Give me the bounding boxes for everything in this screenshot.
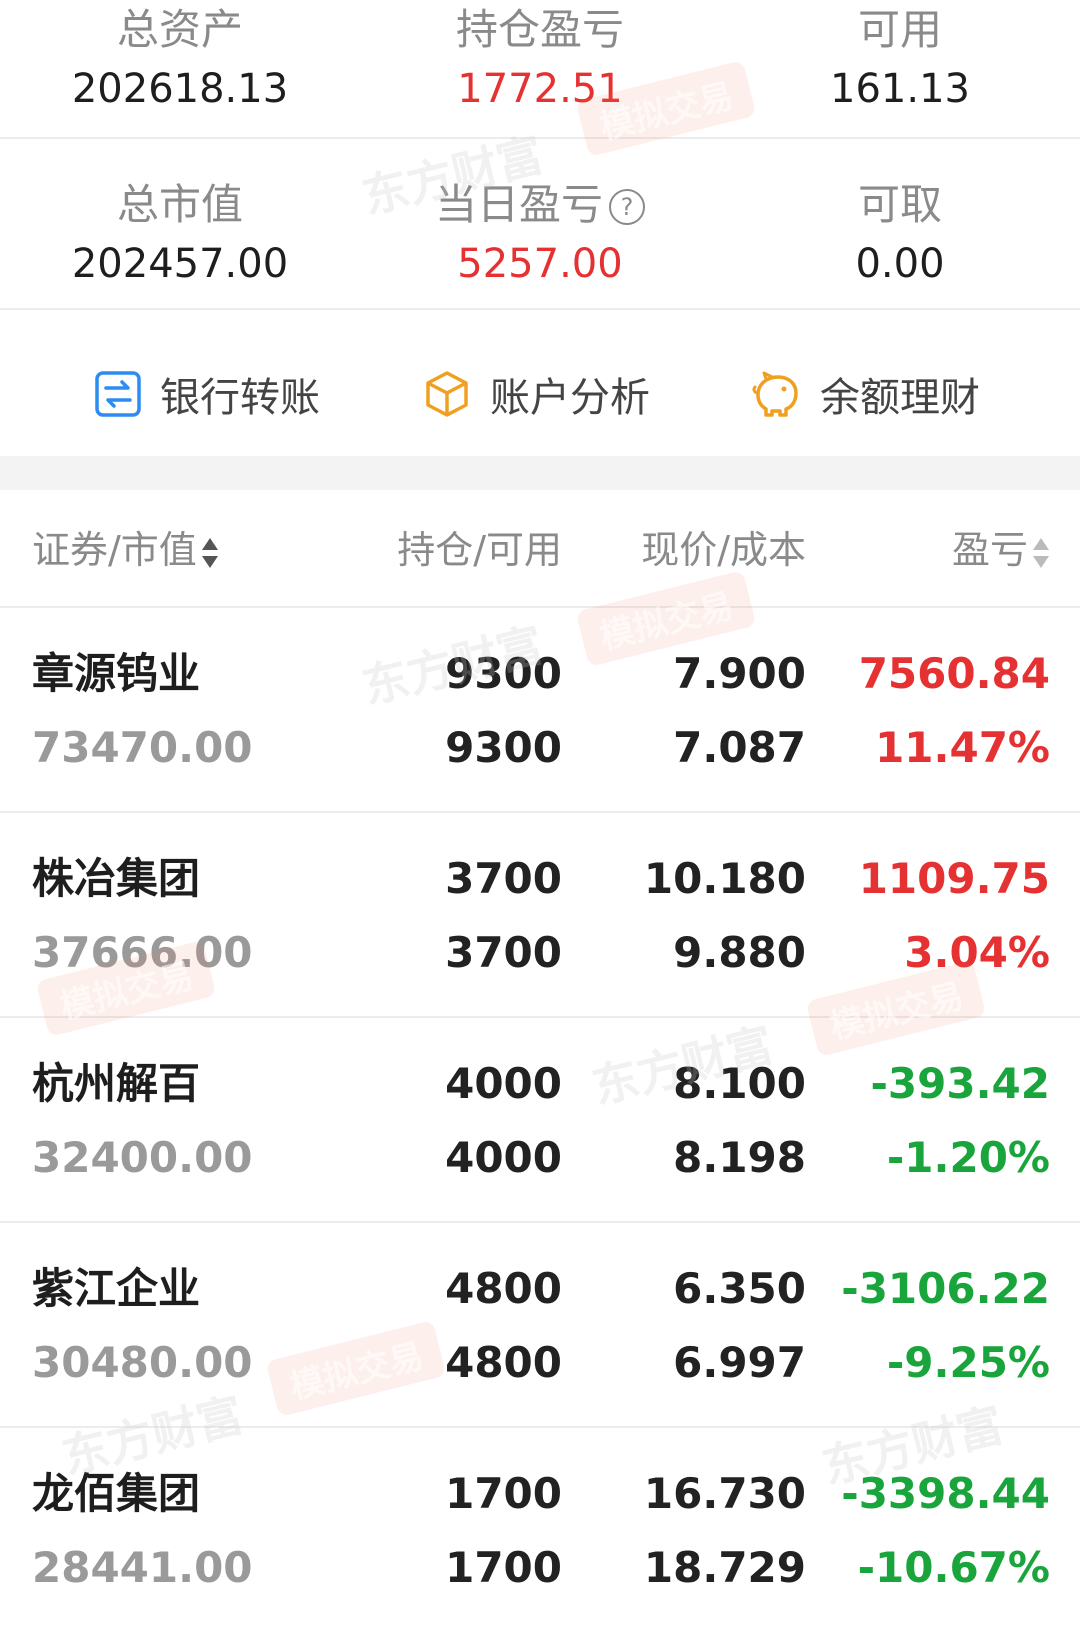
total-assets-label: 总资产 <box>116 5 243 54</box>
stock-pl: -3106.22 <box>841 1264 1050 1313</box>
available-label: 可用 <box>857 5 942 54</box>
stock-position: 3700 <box>445 854 562 903</box>
market-value: 总市值 202457.00 <box>0 179 360 289</box>
position-pl-value: 1772.51 <box>457 66 623 112</box>
table-row[interactable]: 紫江企业 30480.00 4800 4800 6.350 6.997 -310… <box>0 1221 1080 1427</box>
stock-available: 4800 <box>445 1338 562 1387</box>
divider <box>0 308 1080 310</box>
account-analysis-label: 账户分析 <box>490 375 650 421</box>
stock-available: 9300 <box>445 723 562 772</box>
withdrawable-label: 可取 <box>857 180 942 229</box>
stock-pl-pct: -1.20% <box>886 1133 1050 1182</box>
sort-icon <box>1033 537 1049 568</box>
stock-price: 10.180 <box>643 854 806 903</box>
stock-cost: 7.087 <box>673 723 806 772</box>
stock-cost: 18.729 <box>643 1543 806 1592</box>
help-icon[interactable]: ? <box>609 189 645 225</box>
position-pl: 持仓盈亏 1772.51 <box>360 4 720 114</box>
stock-price: 8.100 <box>673 1059 806 1108</box>
stock-market-value: 28441.00 <box>32 1543 253 1592</box>
stock-pl-pct: 3.04% <box>904 928 1050 977</box>
stock-name: 章源钨业 <box>32 649 201 698</box>
stock-price: 16.730 <box>643 1469 806 1518</box>
available-cash: 可用 161.13 <box>720 4 1080 114</box>
stock-cost: 6.997 <box>673 1338 806 1387</box>
daily-pl-value: 5257.00 <box>457 241 623 287</box>
position-pl-label: 持仓盈亏 <box>455 5 624 54</box>
stock-cost: 8.198 <box>673 1133 806 1182</box>
stock-position: 4000 <box>445 1059 562 1108</box>
stock-name: 紫江企业 <box>32 1264 201 1313</box>
transfer-icon <box>95 371 141 417</box>
stock-pl: 1109.75 <box>858 854 1050 903</box>
bank-transfer-button[interactable]: 银行转账 <box>94 362 320 426</box>
stock-position: 9300 <box>445 649 562 698</box>
withdrawable-value: 0.00 <box>855 241 945 287</box>
balance-finance-button[interactable]: 余额理财 <box>750 362 980 426</box>
stock-position: 1700 <box>445 1469 562 1518</box>
table-row[interactable]: 株冶集团 37666.00 3700 3700 10.180 9.880 110… <box>0 811 1080 1017</box>
account-analysis-button[interactable]: 账户分析 <box>422 362 650 426</box>
summary-row-2: 总市值 202457.00 当日盈亏? 5257.00 可取 0.00 <box>0 145 1080 323</box>
stock-pl-pct: -10.67% <box>857 1543 1050 1592</box>
stock-position: 4800 <box>445 1264 562 1313</box>
stock-market-value: 30480.00 <box>32 1338 253 1387</box>
stock-available: 4000 <box>445 1133 562 1182</box>
position-header: 持仓/可用 <box>397 528 562 572</box>
table-row[interactable]: 章源钨业 73470.00 9300 9300 7.900 7.087 7560… <box>0 606 1080 812</box>
section-gap <box>0 456 1080 490</box>
cube-icon <box>426 371 468 417</box>
sort-security-header[interactable]: 证券/市值 <box>32 526 219 574</box>
pl-header-label: 盈亏 <box>951 528 1028 572</box>
stock-pl-pct: -9.25% <box>886 1338 1050 1387</box>
total-assets-value: 202618.13 <box>71 66 289 112</box>
holdings-table-header: 证券/市值 持仓/可用 现价/成本 盈亏 <box>0 490 1080 608</box>
stock-pl: -3398.44 <box>841 1469 1050 1518</box>
stock-name: 杭州解百 <box>32 1059 201 1108</box>
balance-finance-label: 余额理财 <box>820 375 980 421</box>
market-value-label: 总市值 <box>116 180 243 229</box>
stock-name: 株冶集团 <box>32 854 201 903</box>
stock-pl: 7560.84 <box>858 649 1050 698</box>
stock-price: 7.900 <box>673 649 806 698</box>
stock-market-value: 37666.00 <box>32 928 253 977</box>
withdrawable: 可取 0.00 <box>720 179 1080 289</box>
stock-price: 6.350 <box>673 1264 806 1313</box>
sort-pl-header[interactable]: 盈亏 <box>952 526 1050 574</box>
stock-market-value: 32400.00 <box>32 1133 253 1182</box>
piggy-bank-icon <box>752 371 798 417</box>
sort-icon <box>201 537 218 568</box>
stock-market-value: 73470.00 <box>32 723 253 772</box>
table-row[interactable]: 杭州解百 32400.00 4000 4000 8.100 8.198 -393… <box>0 1016 1080 1222</box>
stock-available: 3700 <box>445 928 562 977</box>
daily-pl-label: 当日盈亏 <box>434 180 603 229</box>
security-header-label: 证券/市值 <box>32 528 197 572</box>
stock-name: 龙佰集团 <box>32 1469 201 1518</box>
stock-pl-pct: 11.47% <box>875 723 1050 772</box>
quick-actions: 银行转账 账户分析 余额理财 <box>0 322 1080 462</box>
table-row[interactable]: 龙佰集团 28441.00 1700 1700 16.730 18.729 -3… <box>0 1426 1080 1632</box>
daily-pl[interactable]: 当日盈亏? 5257.00 <box>360 179 720 289</box>
total-assets: 总资产 202618.13 <box>0 4 360 114</box>
stock-cost: 9.880 <box>673 928 806 977</box>
bank-transfer-label: 银行转账 <box>160 375 320 421</box>
divider <box>0 137 1080 139</box>
daily-pl-label-wrap: 当日盈亏? <box>360 179 720 231</box>
stock-available: 1700 <box>445 1543 562 1592</box>
stock-pl: -393.42 <box>870 1059 1050 1108</box>
market-value-value: 202457.00 <box>71 241 289 287</box>
available-value: 161.13 <box>830 66 970 112</box>
price-header: 现价/成本 <box>641 528 806 572</box>
